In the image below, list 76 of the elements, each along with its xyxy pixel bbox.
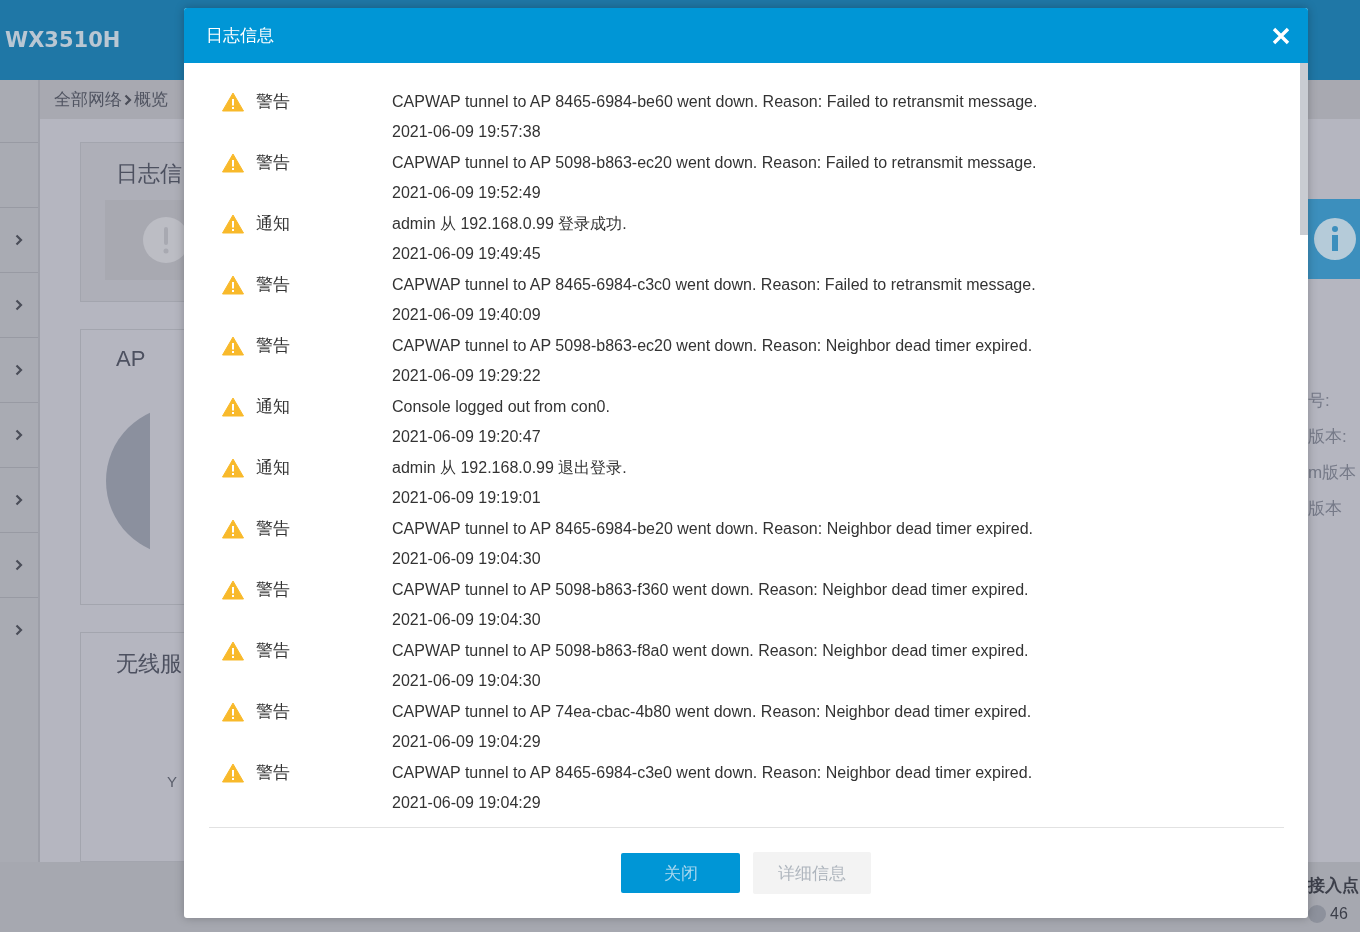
breadcrumb-link[interactable]: 全部网络	[54, 88, 122, 111]
close-dialog-button[interactable]: 关闭	[621, 853, 740, 893]
chevron-right-icon	[15, 299, 23, 311]
warning-icon	[222, 336, 244, 356]
log-level: 警告	[256, 152, 291, 174]
log-level: 警告	[256, 579, 291, 601]
log-level: 警告	[256, 518, 291, 540]
chevron-right-icon	[124, 93, 132, 106]
warning-icon	[222, 214, 244, 234]
log-time: 2021-06-09 19:40:09	[392, 305, 542, 325]
log-message: CAPWAP tunnel to AP 74ea-cbac-4b80 went down. Reason: Neighbor dead timer expired.	[392, 702, 1033, 722]
card-title: 无线服	[116, 650, 182, 678]
log-message: CAPWAP tunnel to AP 5098-b863-ec20 went down. Reason: Failed to retransmit message.	[392, 153, 1038, 173]
card-title: 日志信	[116, 160, 182, 188]
log-level: 警告	[256, 701, 291, 723]
log-level: 警告	[256, 762, 291, 784]
close-icon	[1272, 26, 1290, 45]
log-message: admin 从 192.168.0.99 退出登录.	[392, 458, 628, 478]
close-button[interactable]	[1272, 26, 1290, 45]
log-time: 2021-06-09 19:04:30	[392, 671, 542, 691]
log-time: 2021-06-09 19:52:49	[392, 183, 542, 203]
info-label: 号:	[1308, 390, 1331, 412]
log-time: 2021-06-09 19:57:38	[392, 122, 542, 142]
log-level: 通知	[256, 396, 291, 418]
chevron-right-icon	[15, 234, 23, 246]
log-message: admin 从 192.168.0.99 登录成功.	[392, 214, 628, 234]
details-button[interactable]: 详细信息	[753, 852, 871, 894]
log-level: 警告	[256, 640, 291, 662]
warning-icon	[222, 580, 244, 600]
warning-icon	[222, 641, 244, 661]
log-message: Console logged out from con0.	[392, 397, 611, 417]
chevron-right-icon	[15, 559, 23, 571]
log-message: CAPWAP tunnel to AP 5098-b863-f360 went down. Reason: Neighbor dead timer expired.	[392, 580, 1030, 600]
chevron-right-icon	[15, 429, 23, 441]
warning-icon	[222, 458, 244, 478]
info-label: 版本:	[1308, 426, 1348, 448]
warning-icon	[222, 519, 244, 539]
log-level: 警告	[256, 91, 291, 113]
breadcrumb-current: 概览	[134, 89, 168, 111]
log-level: 通知	[256, 213, 291, 235]
log-level: 警告	[256, 274, 291, 296]
warning-icon	[222, 763, 244, 783]
warning-icon	[222, 702, 244, 722]
log-message: CAPWAP tunnel to AP 5098-b863-ec20 went down. Reason: Neighbor dead timer expired.	[392, 336, 1034, 356]
warning-icon	[222, 397, 244, 417]
log-time: 2021-06-09 19:19:01	[392, 488, 542, 508]
log-time: 2021-06-09 19:20:47	[392, 427, 542, 447]
log-time: 2021-06-09 19:04:29	[392, 793, 542, 813]
status-dot-icon	[1308, 905, 1326, 923]
chevron-right-icon	[15, 624, 23, 636]
log-level: 警告	[256, 335, 291, 357]
log-message: CAPWAP tunnel to AP 8465-6984-c3e0 went down. Reason: Neighbor dead timer expired.	[392, 763, 1034, 783]
warning-icon	[222, 275, 244, 295]
chevron-right-icon	[15, 364, 23, 376]
warning-icon	[222, 92, 244, 112]
log-level: 通知	[256, 457, 291, 479]
log-message: CAPWAP tunnel to AP 8465-6984-c3c0 went down. Reason: Failed to retransmit message.	[392, 275, 1037, 295]
log-time: 2021-06-09 19:49:45	[392, 244, 542, 264]
log-time: 2021-06-09 19:04:29	[392, 732, 542, 752]
app-title: WX3510H	[5, 28, 121, 52]
info-icon	[1314, 218, 1356, 260]
section-title: 接入点	[1308, 875, 1360, 897]
chart-label: Y	[167, 773, 177, 790]
log-time: 2021-06-09 19:04:30	[392, 610, 542, 630]
log-message: CAPWAP tunnel to AP 5098-b863-f8a0 went down. Reason: Neighbor dead timer expired.	[392, 641, 1030, 661]
ap-count: 46	[1308, 905, 1360, 923]
info-label: m版本	[1308, 462, 1358, 484]
info-label: 版本	[1308, 498, 1343, 520]
chevron-right-icon	[15, 494, 23, 506]
warning-icon	[222, 153, 244, 173]
card-title: AP	[116, 346, 146, 372]
log-message: CAPWAP tunnel to AP 8465-6984-be20 went down. Reason: Neighbor dead timer expired.	[392, 519, 1034, 539]
log-time: 2021-06-09 19:04:30	[392, 549, 542, 569]
log-message: CAPWAP tunnel to AP 8465-6984-be60 went down. Reason: Failed to retransmit message.	[392, 92, 1039, 112]
dialog-title: 日志信息	[206, 25, 274, 47]
log-time: 2021-06-09 19:29:22	[392, 366, 542, 386]
